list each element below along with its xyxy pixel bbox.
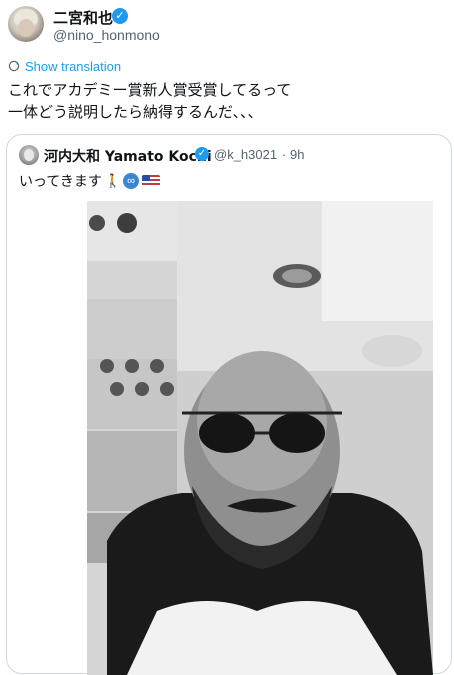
infinity-badge-icon: ∞ (123, 173, 140, 189)
author-display-name[interactable]: 二宮和也 (53, 7, 113, 28)
post-text: これでアカデミー賞新人賞受賞してるって 一体どう説明したら納得するんだ、、、 (8, 81, 292, 121)
verified-badge-icon: ✓ (112, 8, 128, 24)
post-header: 二宮和也 ✓ @nino_honmono (8, 6, 448, 46)
show-translation-row[interactable]: Show translation (8, 58, 121, 74)
quoted-author-handle[interactable]: @k_h3021 (214, 147, 277, 162)
quoted-author-display-name[interactable]: 河内大和 Yamato Kochi (44, 146, 212, 166)
translate-icon (8, 60, 20, 72)
selfie-illustration (87, 201, 433, 675)
walking-person-icon: 🚶 (104, 173, 122, 188)
timestamp-separator: · (282, 147, 287, 162)
quoted-post-card[interactable]: 河内大和 Yamato Kochi ✓ @k_h3021 · 9h いってきます… (6, 134, 452, 675)
quoted-post-photo[interactable] (87, 201, 433, 675)
verified-badge-icon: ✓ (195, 147, 209, 161)
show-translation-link[interactable]: Show translation (25, 59, 121, 74)
us-flag-icon (142, 175, 161, 187)
quoted-post-text-row: いってきます 🚶 ∞ (19, 171, 161, 191)
quoted-author-avatar[interactable] (19, 145, 39, 165)
quoted-post-text: いってきます (19, 174, 102, 190)
author-avatar[interactable] (8, 6, 44, 42)
quoted-post-time[interactable]: 9h (290, 147, 304, 162)
author-handle[interactable]: @nino_honmono (53, 27, 160, 43)
